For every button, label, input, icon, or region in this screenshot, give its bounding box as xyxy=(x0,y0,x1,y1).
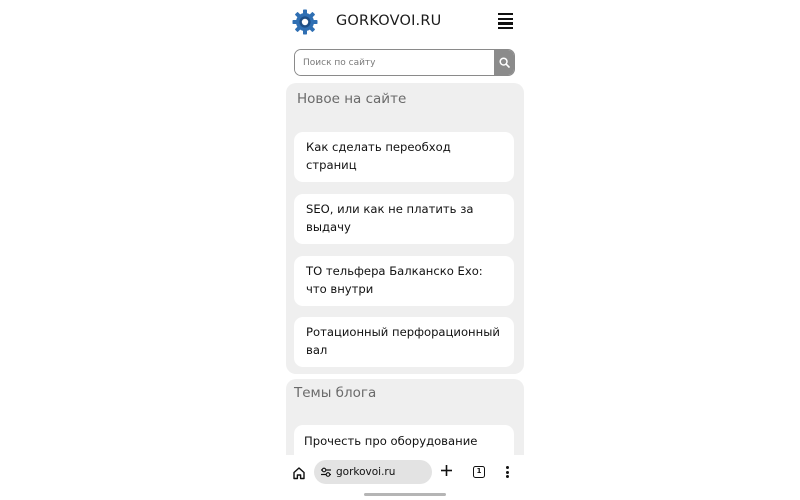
panel-title: Новое на сайте xyxy=(297,91,407,107)
article-card[interactable]: Как сделать переобход страниц xyxy=(294,132,514,182)
gear-icon[interactable] xyxy=(292,9,318,35)
phone-viewport: GORKOVOI.RU Новое на сайте Как сделать п… xyxy=(284,0,526,500)
address-text: gorkovoi.ru xyxy=(336,466,396,478)
article-card[interactable]: Ротационный перфорационный вал xyxy=(294,317,514,367)
site-header: GORKOVOI.RU xyxy=(284,0,526,46)
new-on-site-panel: Новое на сайте Как сделать переобход стр… xyxy=(286,83,524,374)
article-card[interactable]: ТО тельфера Балканско Ехо: что внутри xyxy=(294,256,514,306)
search-button[interactable] xyxy=(494,50,514,75)
gesture-navigation-bar[interactable] xyxy=(364,493,446,496)
tabs-icon[interactable]: 1 xyxy=(473,466,485,478)
address-bar[interactable]: gorkovoi.ru xyxy=(314,460,432,484)
plus-icon xyxy=(441,465,452,476)
site-name[interactable]: GORKOVOI.RU xyxy=(336,13,441,29)
hamburger-menu-icon[interactable] xyxy=(498,13,514,30)
more-vertical-icon[interactable] xyxy=(506,466,510,479)
home-icon[interactable] xyxy=(292,465,306,480)
search-bar xyxy=(294,49,515,76)
search-icon xyxy=(498,57,510,68)
article-card[interactable]: SEO, или как не платить за выдачу xyxy=(294,194,514,244)
site-settings-icon[interactable] xyxy=(320,467,332,477)
new-tab-button[interactable] xyxy=(440,462,453,481)
browser-bottom-bar: gorkovoi.ru 1 xyxy=(284,455,526,500)
panel-title: Темы блога xyxy=(294,385,377,401)
search-input[interactable] xyxy=(295,50,494,75)
